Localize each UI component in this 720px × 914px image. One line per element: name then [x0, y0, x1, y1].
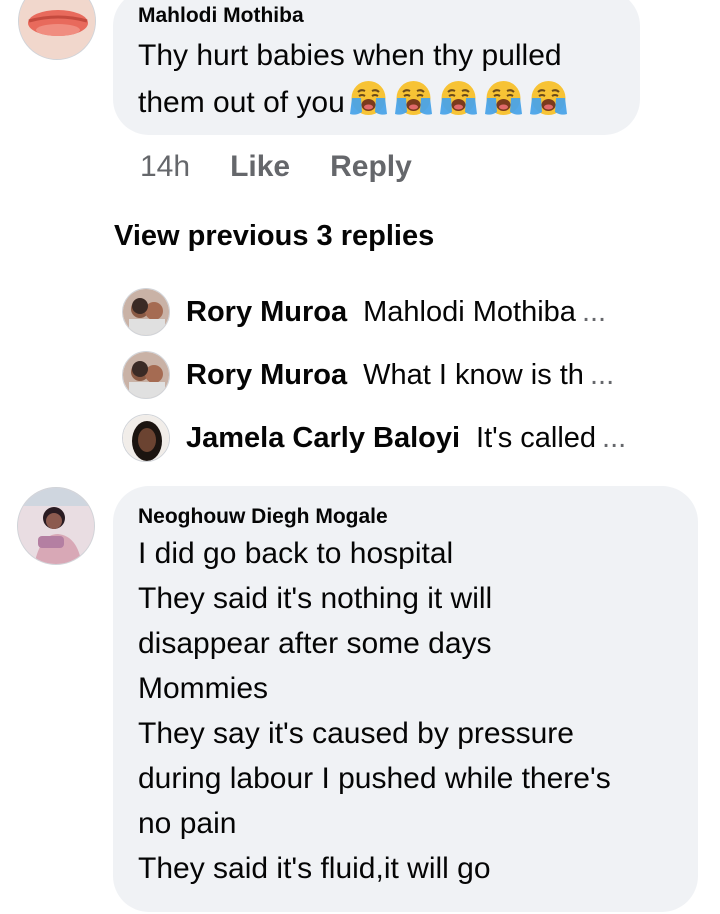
view-previous-replies-link[interactable]: View previous 3 replies [114, 220, 434, 253]
reply-ellipsis: ... [581, 295, 607, 328]
profile-photo [19, 0, 95, 59]
reply-preview-row[interactable]: Rory Muroa Mahlodi Mothiba ... [122, 286, 606, 338]
comment-line: I did go back to hospital [138, 537, 454, 570]
reply-snippet: Mahlodi Mothiba [363, 295, 576, 328]
comment-bubble: Neoghouw Diegh Mogale I did go back to h… [113, 486, 698, 912]
loudly-crying-face-icon [437, 78, 480, 118]
reply-author[interactable]: Jamela Carly Baloyi [186, 422, 460, 455]
comment-line: They said it's nothing it will [138, 582, 493, 615]
avatar[interactable] [122, 351, 170, 399]
comment-text: I did go back to hospital They said it's… [138, 531, 672, 891]
comment-line: Mommies [138, 672, 269, 705]
profile-photo [123, 352, 169, 398]
comment-author[interactable]: Neoghouw Diegh Mogale [138, 505, 672, 529]
comment-line: no pain [138, 807, 237, 840]
reply-button[interactable]: Reply [330, 150, 412, 184]
comment-line: They said it's fluid,it will go [138, 852, 491, 885]
comment-line: them out of you [138, 78, 614, 125]
comment-text: Thy hurt babies when thy pulled them out… [138, 33, 614, 125]
comment-timestamp[interactable]: 14h [140, 150, 190, 184]
loudly-crying-face-icon [347, 78, 390, 118]
profile-photo [123, 415, 169, 461]
avatar[interactable] [122, 288, 170, 336]
emoji-group [347, 78, 570, 118]
reply-snippet: It's called [476, 421, 597, 454]
comment-actions: 14h Like Reply [140, 150, 412, 184]
comment-line: disappear after some days [138, 627, 492, 660]
reply-preview-row[interactable]: Jamela Carly Baloyi It's called ... [122, 412, 626, 464]
reply-preview-row[interactable]: Rory Muroa What I know is th ... [122, 349, 614, 401]
comment-line-text: them out of you [138, 86, 345, 119]
loudly-crying-face-icon [482, 78, 525, 118]
comment-line: They say it's caused by pressure [138, 717, 574, 750]
avatar[interactable] [122, 414, 170, 462]
reply-author[interactable]: Rory Muroa [186, 296, 347, 329]
loudly-crying-face-icon [527, 78, 570, 118]
comment-author[interactable]: Mahlodi Mothiba [138, 4, 614, 28]
comment-line: during labour I pushed while there's [138, 762, 611, 795]
reply-author[interactable]: Rory Muroa [186, 359, 347, 392]
avatar[interactable] [18, 0, 96, 60]
reply-snippet: What I know is th [363, 358, 584, 391]
loudly-crying-face-icon [392, 78, 435, 118]
reply-ellipsis: ... [589, 358, 615, 391]
like-button[interactable]: Like [230, 150, 290, 184]
avatar[interactable] [17, 487, 95, 565]
comment-line: Thy hurt babies when thy pulled [138, 39, 562, 72]
profile-photo [18, 488, 94, 564]
comment-bubble: Mahlodi Mothiba Thy hurt babies when thy… [113, 0, 640, 135]
profile-photo [123, 289, 169, 335]
reply-ellipsis: ... [602, 421, 627, 454]
